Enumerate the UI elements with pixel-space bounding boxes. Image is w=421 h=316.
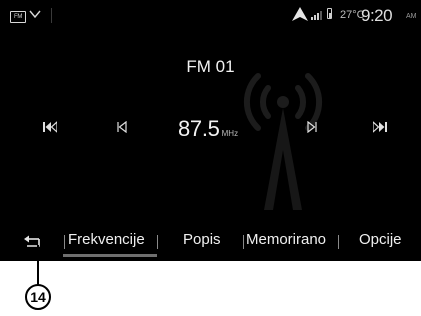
status-bar: FM 27°C 9:20 AM — [0, 0, 421, 30]
battery-icon — [327, 8, 332, 19]
signal-strength-icon — [311, 11, 322, 20]
tab-opcije[interactable]: Opcije — [359, 231, 402, 248]
tab-memorirano[interactable]: Memorirano — [246, 231, 326, 248]
frequency-display: 87.5 MHz — [178, 116, 238, 142]
clock-time: 9:20 — [361, 6, 393, 25]
tab-popis[interactable]: Popis — [183, 231, 221, 248]
back-arrow-icon[interactable] — [24, 234, 42, 248]
radio-screen: FM 27°C 9:20 AM FM 01 87.5 MHz Frekvenci… — [0, 0, 421, 261]
tab-separator — [338, 235, 339, 249]
active-tab-indicator — [63, 254, 157, 257]
bottom-tab-bar: Frekvencije Popis Memorirano Opcije — [0, 226, 421, 258]
callout-line — [37, 245, 39, 285]
frequency-unit: MHz — [221, 129, 239, 138]
station-name: FM 01 — [186, 57, 235, 76]
step-previous-icon[interactable] — [117, 121, 127, 133]
skip-next-icon[interactable] — [373, 121, 387, 133]
chevron-down-icon[interactable] — [29, 9, 41, 19]
step-next-icon[interactable] — [307, 121, 317, 133]
navigation-arrow-icon — [292, 7, 308, 21]
clock-ampm: AM — [406, 13, 417, 20]
tab-frekvencije[interactable]: Frekvencije — [68, 231, 145, 248]
status-divider — [51, 8, 52, 23]
source-fm-icon[interactable]: FM — [10, 11, 26, 23]
tab-separator — [243, 235, 244, 249]
frequency-value: 87.5 — [178, 116, 220, 141]
antenna-watermark-icon — [243, 73, 323, 210]
tab-separator — [64, 235, 65, 249]
tab-separator — [157, 235, 158, 249]
callout-number: 14 — [25, 284, 51, 310]
skip-previous-icon[interactable] — [43, 121, 57, 133]
